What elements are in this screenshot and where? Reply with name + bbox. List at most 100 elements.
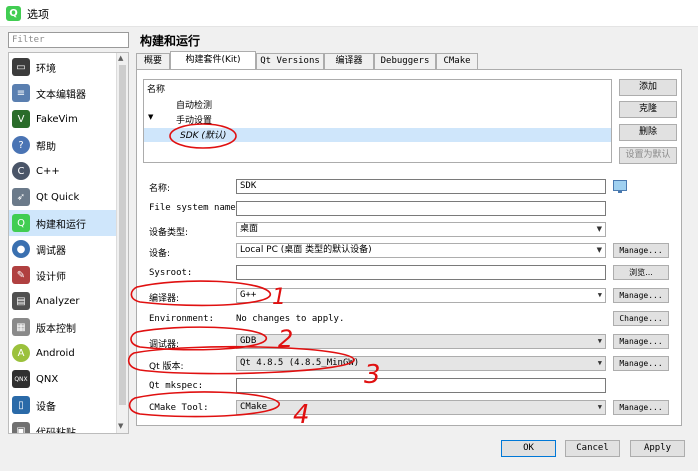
sidebar-item-label: 版本控制	[36, 323, 76, 335]
cmake-tool-select[interactable]: CMake ▼	[236, 400, 606, 415]
sidebar-item-build-run[interactable]: Q 构建和运行	[9, 210, 117, 236]
chevron-down-icon[interactable]: ▼	[148, 113, 153, 121]
sidebar-item-help[interactable]: ? 帮助	[9, 132, 117, 158]
sysroot-field[interactable]	[236, 265, 606, 280]
manage-device-button[interactable]: Manage...	[613, 243, 669, 258]
qt-version-label: Qt 版本:	[149, 362, 184, 372]
tab-qt-versions[interactable]: Qt Versions	[256, 53, 324, 69]
device-monitor-icon[interactable]	[613, 180, 627, 193]
sidebar-item-label: FakeVim	[36, 113, 78, 125]
browse-button[interactable]: 浏览...	[613, 265, 669, 280]
sidebar-scrollbar[interactable]: ▲ ▼	[116, 53, 128, 433]
chevron-down-icon: ▼	[596, 246, 602, 254]
filesystem-label: File system name:	[149, 203, 242, 213]
manage-qt-version-button[interactable]: Manage...	[613, 356, 669, 371]
device-label: 设备:	[149, 249, 171, 259]
name-field[interactable]: SDK	[236, 179, 606, 194]
text-editor-icon: ≡	[12, 84, 30, 102]
cancel-button[interactable]: Cancel	[565, 440, 620, 457]
chevron-down-icon: ▼	[597, 403, 602, 411]
scrollbar-thumb[interactable]	[119, 65, 126, 405]
sidebar-item-label: 代码粘贴	[36, 427, 76, 434]
sidebar-item-environment[interactable]: ▭ 环境	[9, 54, 117, 80]
compiler-value: G++	[240, 290, 257, 300]
environment-label: Environment:	[149, 314, 215, 324]
build-run-icon: Q	[12, 214, 30, 232]
chevron-down-icon: ▼	[597, 337, 602, 345]
change-environment-button[interactable]: Change...	[613, 311, 669, 326]
ok-button[interactable]: OK	[501, 440, 556, 457]
manage-debugger-button[interactable]: Manage...	[613, 334, 669, 349]
scroll-down-icon[interactable]: ▼	[118, 422, 123, 430]
analyzer-icon: ▤	[12, 292, 30, 310]
sidebar-item-label: QNX	[36, 373, 59, 385]
sidebar-item-label: Android	[36, 347, 75, 359]
filesystem-field[interactable]	[236, 201, 606, 216]
tab-overview[interactable]: 概要	[136, 53, 170, 69]
make-default-button[interactable]: 设置为默认	[619, 147, 677, 164]
sidebar-item-fakevim[interactable]: V FakeVim	[9, 106, 117, 132]
name-label: 名称:	[149, 184, 171, 194]
qt-version-value: Qt 4.8.5 (4.8.5_MinGW)	[240, 358, 360, 368]
tree-header: 名称	[147, 85, 166, 95]
chevron-down-icon: ▼	[596, 225, 602, 233]
sidebar-item-device[interactable]: ▯ 设备	[9, 392, 117, 418]
device-value: Local PC (桌面 类型的默认设备)	[240, 245, 372, 255]
compiler-select[interactable]: G++ ▼	[236, 288, 606, 303]
sidebar-item-label: 环境	[36, 63, 56, 75]
tab-debuggers[interactable]: Debuggers	[374, 53, 436, 69]
qt-icon: Q	[6, 6, 21, 21]
manage-cmake-button[interactable]: Manage...	[613, 400, 669, 415]
compiler-label: 编译器:	[149, 294, 180, 304]
monitor-icon: ▭	[12, 58, 30, 76]
device-select[interactable]: Local PC (桌面 类型的默认设备) ▼	[236, 243, 606, 258]
sidebar-item-cpp[interactable]: C C++	[9, 158, 117, 184]
title-bar: Q 选项	[0, 0, 698, 27]
sidebar-item-android[interactable]: A Android	[9, 340, 117, 366]
chevron-down-icon: ▼	[597, 291, 602, 299]
sidebar-item-qt-quick[interactable]: ➶ Qt Quick	[9, 184, 117, 210]
manage-compiler-button[interactable]: Manage...	[613, 288, 669, 303]
device-type-select[interactable]: 桌面 ▼	[236, 222, 606, 237]
tab-kits[interactable]: 构建套件(Kit)	[170, 51, 256, 69]
delete-button[interactable]: 删除	[619, 124, 677, 141]
qt-mkspec-field[interactable]	[236, 378, 606, 393]
fakevim-icon: V	[12, 110, 30, 128]
android-icon: A	[12, 344, 30, 362]
tab-cmake[interactable]: CMake	[436, 53, 478, 69]
sidebar-item-debugger[interactable]: ● 调试器	[9, 236, 117, 262]
scroll-up-icon[interactable]: ▲	[118, 54, 123, 62]
debugger-select[interactable]: GDB ▼	[236, 334, 606, 349]
sidebar-item-analyzer[interactable]: ▤ Analyzer	[9, 288, 117, 314]
tree-item-sdk-default[interactable]: SDK (默认)	[180, 128, 226, 141]
tree-item-auto-detect[interactable]: 自动检测	[176, 98, 212, 111]
apply-button[interactable]: Apply	[630, 440, 685, 457]
tree-item-manual[interactable]: 手动设置	[176, 113, 212, 126]
sidebar-item-label: 构建和运行	[36, 219, 86, 231]
filter-input[interactable]: Filter	[8, 32, 129, 48]
options-sidebar: ▭ 环境 ≡ 文本编辑器 V FakeVim ? 帮助 C C++ ➶ Qt Q…	[8, 52, 129, 434]
sidebar-item-label: C++	[36, 165, 60, 177]
tab-compilers[interactable]: 编译器	[324, 53, 374, 69]
sidebar-item-text-editor[interactable]: ≡ 文本编辑器	[9, 80, 117, 106]
sidebar-item-qnx[interactable]: QNX QNX	[9, 366, 117, 392]
page-title: 构建和运行	[140, 34, 201, 48]
debugger-icon: ●	[12, 240, 30, 258]
clone-button[interactable]: 克隆	[619, 101, 677, 118]
debugger-label: 调试器:	[149, 340, 180, 350]
kit-tree[interactable]: 名称 自动检测 ▼ 手动设置 SDK (默认)	[143, 79, 612, 163]
device-type-value: 桌面	[240, 224, 259, 234]
sidebar-item-label: 帮助	[36, 141, 56, 153]
version-control-icon: ▦	[12, 318, 30, 336]
qnx-icon: QNX	[12, 370, 30, 388]
qt-version-select[interactable]: Qt 4.8.5 (4.8.5_MinGW) ▼	[236, 356, 606, 371]
debugger-value: GDB	[240, 336, 257, 346]
sidebar-item-code-paste[interactable]: ▣ 代码粘贴	[9, 418, 117, 434]
sidebar-item-version-control[interactable]: ▦ 版本控制	[9, 314, 117, 340]
device-icon: ▯	[12, 396, 30, 414]
sidebar-item-designer[interactable]: ✎ 设计师	[9, 262, 117, 288]
sidebar-item-label: 设计师	[36, 271, 66, 283]
add-button[interactable]: 添加	[619, 79, 677, 96]
window-title: 选项	[27, 8, 49, 21]
chevron-down-icon: ▼	[597, 359, 602, 367]
